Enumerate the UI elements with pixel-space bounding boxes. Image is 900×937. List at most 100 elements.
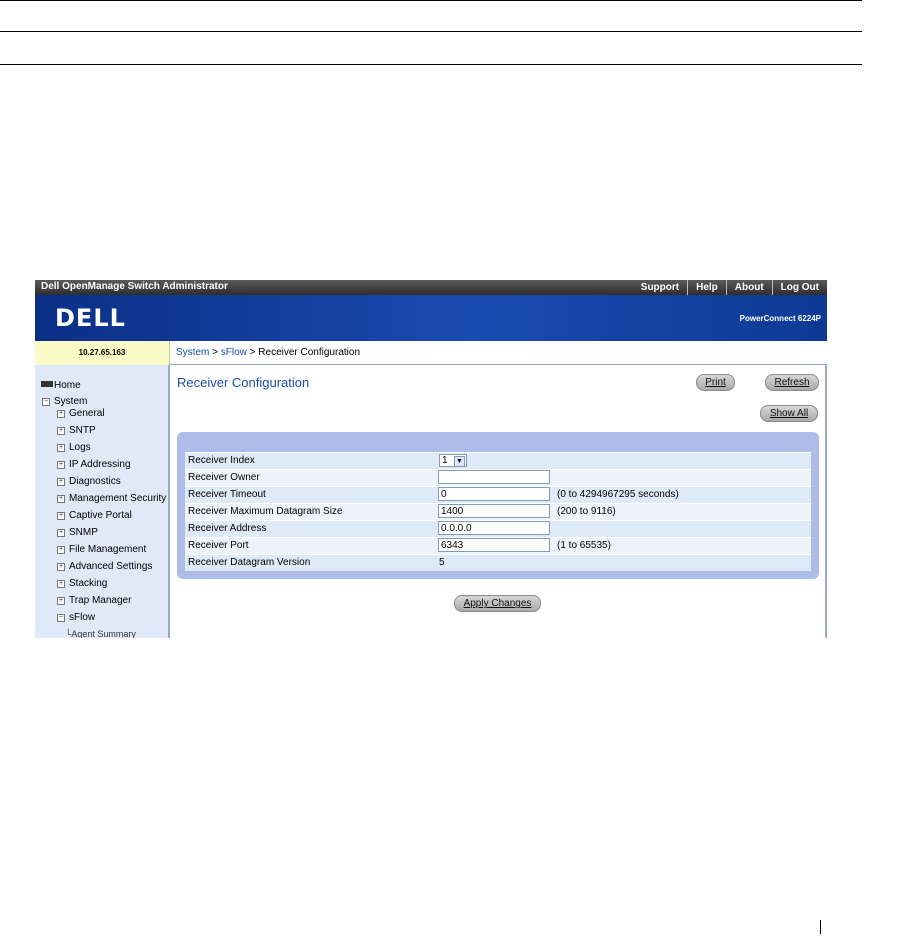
sidebar-item-sntp[interactable]: + SNTP [57, 423, 96, 439]
expand-icon[interactable]: + [57, 444, 65, 452]
sidebar-item-label: sFlow [69, 612, 96, 623]
receiver-timeout-input[interactable]: 0 [438, 487, 550, 501]
sidebar-item-label: IP Addressing [69, 459, 131, 470]
expand-icon[interactable]: + [57, 512, 65, 520]
expand-icon[interactable]: + [57, 580, 65, 588]
page-rule-bottom [0, 64, 862, 65]
brand-bar: DELL PowerConnect 6224P [35, 295, 827, 341]
breadcrumb-sflow[interactable]: sFlow [221, 347, 247, 358]
app-title: Dell OpenManage Switch Administrator [41, 281, 228, 292]
sidebar-item-stacking[interactable]: + Stacking [57, 576, 107, 592]
sidebar-item-snmp[interactable]: + SNMP [57, 525, 98, 541]
sidebar-item-captive-portal[interactable]: + Captive Portal [57, 508, 132, 524]
apply-changes-button[interactable]: Apply Changes [454, 595, 541, 612]
sidebar-item-label: Management Security [69, 493, 167, 504]
breadcrumb-current: Receiver Configuration [258, 347, 360, 358]
receiver-owner-input[interactable] [438, 470, 550, 484]
max-datagram-size-hint: (200 to 9116) [557, 506, 616, 517]
sidebar-item-label: Advanced Settings [69, 561, 153, 572]
breadcrumb: System > sFlow > Receiver Configuration [169, 341, 827, 365]
sidebar-item-home[interactable]: Home [41, 380, 81, 391]
receiver-timeout-row: Receiver Timeout 0 (0 to 4294967295 seco… [185, 486, 811, 503]
home-icon [41, 381, 53, 387]
expand-icon[interactable]: + [57, 410, 65, 418]
sidebar-item-agent-summary[interactable]: └Agent Summary [65, 626, 136, 638]
sidebar-item-label: Diagnostics [69, 476, 121, 487]
expand-icon[interactable]: + [57, 597, 65, 605]
expand-icon[interactable]: + [57, 546, 65, 554]
expand-icon[interactable]: + [57, 461, 65, 469]
sidebar-item-label: Logs [69, 442, 91, 453]
breadcrumb-separator: > [209, 347, 221, 358]
page-rule-top [0, 0, 862, 1]
expand-icon[interactable]: + [57, 495, 65, 503]
receiver-config-panel: Receiver Index 1 ▼ Receiver Owner Receiv… [177, 432, 819, 579]
sidebar-item-trap-manager[interactable]: + Trap Manager [57, 593, 131, 609]
receiver-index-select[interactable]: 1 ▼ [439, 454, 467, 467]
show-all-button[interactable]: Show All [760, 405, 818, 422]
expand-icon[interactable]: + [57, 529, 65, 537]
datagram-version-value: 5 [439, 557, 445, 568]
switch-admin-screenshot: Dell OpenManage Switch Administrator Sup… [35, 280, 827, 638]
sidebar-item-label: File Management [69, 544, 147, 555]
sidebar-item-file-management[interactable]: + File Management [57, 542, 146, 558]
sidebar-item-label: Agent Summary [71, 629, 136, 638]
receiver-port-hint: (1 to 65535) [557, 540, 611, 551]
sidebar-item-management-security[interactable]: + Management Security [57, 491, 166, 507]
receiver-timeout-hint: (0 to 4294967295 seconds) [557, 489, 679, 500]
datagram-version-label: Receiver Datagram Version [188, 557, 311, 568]
receiver-port-input[interactable]: 6343 [438, 538, 550, 552]
print-button[interactable]: Print [696, 374, 735, 391]
sidebar-item-diagnostics[interactable]: + Diagnostics [57, 474, 121, 490]
top-nav: Support Help About Log Out [633, 280, 827, 295]
sidebar-item-sflow[interactable]: − sFlow [57, 610, 95, 626]
max-datagram-size-row: Receiver Maximum Datagram Size 1400 (200… [185, 503, 811, 520]
breadcrumb-system[interactable]: System [176, 347, 209, 358]
receiver-address-row: Receiver Address 0.0.0.0 [185, 520, 811, 537]
page-rule-middle [0, 31, 862, 32]
sidebar-item-label: General [69, 408, 105, 419]
sidebar-item-general[interactable]: + General [57, 406, 105, 422]
sidebar-item-logs[interactable]: + Logs [57, 440, 91, 456]
expand-icon[interactable]: + [57, 478, 65, 486]
receiver-owner-label: Receiver Owner [188, 472, 260, 483]
refresh-button[interactable]: Refresh [765, 374, 819, 391]
sidebar-item-advanced-settings[interactable]: + Advanced Settings [57, 559, 152, 575]
receiver-index-value: 1 [442, 455, 448, 466]
top-bar: Dell OpenManage Switch Administrator Sup… [35, 280, 827, 295]
frame-right-border [825, 365, 827, 638]
sidebar-item-label: Captive Portal [69, 510, 132, 521]
dell-logo: DELL [55, 304, 126, 332]
sidebar-item-label: SNTP [69, 425, 96, 436]
expand-icon[interactable]: + [57, 427, 65, 435]
receiver-index-label: Receiver Index [188, 455, 255, 466]
sidebar-item-label: Home [54, 380, 81, 391]
receiver-port-row: Receiver Port 6343 (1 to 65535) [185, 537, 811, 554]
sidebar-item-label: Trap Manager [69, 595, 132, 606]
logout-link[interactable]: Log Out [771, 280, 827, 295]
max-datagram-size-input[interactable]: 1400 [438, 504, 550, 518]
receiver-address-input[interactable]: 0.0.0.0 [438, 521, 550, 535]
collapse-icon[interactable]: − [57, 614, 65, 622]
datagram-version-row: Receiver Datagram Version 5 [185, 554, 811, 571]
sidebar-item-ip-addressing[interactable]: + IP Addressing [57, 457, 131, 473]
expand-icon[interactable]: + [57, 563, 65, 571]
max-datagram-size-label: Receiver Maximum Datagram Size [188, 506, 343, 517]
sidebar-item-label: SNMP [69, 527, 98, 538]
receiver-timeout-label: Receiver Timeout [188, 489, 266, 500]
receiver-address-label: Receiver Address [188, 523, 267, 534]
receiver-port-label: Receiver Port [188, 540, 249, 551]
help-link[interactable]: Help [687, 280, 726, 295]
collapse-icon[interactable]: − [42, 398, 50, 406]
chevron-down-icon[interactable]: ▼ [454, 456, 465, 467]
page-margin-mark [820, 920, 821, 934]
about-link[interactable]: About [725, 280, 772, 295]
sidebar-item-label: Stacking [69, 578, 108, 589]
receiver-index-row: Receiver Index 1 ▼ [185, 452, 811, 469]
device-model: PowerConnect 6224P [739, 314, 821, 323]
page-title: Receiver Configuration [177, 375, 310, 390]
support-link[interactable]: Support [633, 280, 687, 295]
breadcrumb-separator: > [246, 347, 259, 358]
receiver-owner-row: Receiver Owner [185, 469, 811, 486]
sidebar: Home − System + General + SNTP + Logs + IP Ad… [35, 365, 170, 638]
